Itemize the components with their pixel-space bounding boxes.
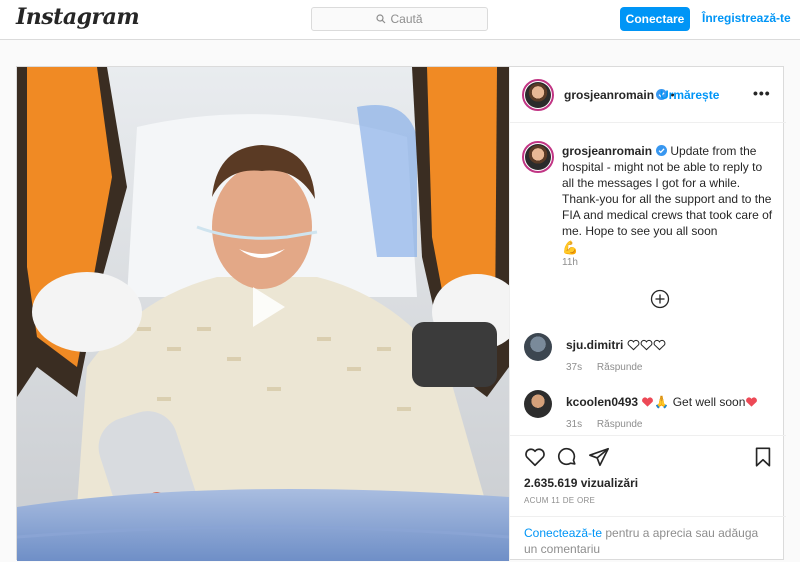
- post-caption: grosjeanromain Update from the hospital …: [562, 143, 776, 257]
- caption-text: Update from the hospital - might not be …: [562, 144, 773, 238]
- share-paper-plane-icon[interactable]: [588, 446, 610, 468]
- instagram-logo[interactable]: Instagram: [16, 4, 140, 30]
- author-avatar[interactable]: [522, 79, 554, 111]
- post-sidebar: grosjeanromain • Urmărește ••• grosjeanr…: [509, 67, 786, 561]
- post-video[interactable]: [17, 67, 509, 561]
- search-placeholder: Caută: [390, 12, 423, 26]
- comment-meta: 31s Răspunde: [566, 419, 655, 430]
- like-heart-icon[interactable]: [524, 446, 546, 468]
- comment-item: kcoolen0493 🙏 Get well soon 31s Răspunde: [524, 390, 784, 434]
- post-card: grosjeanromain • Urmărește ••• grosjeanr…: [16, 66, 786, 561]
- red-heart-icon: [746, 397, 758, 407]
- author-username[interactable]: grosjeanromain: [564, 88, 654, 102]
- comment-body: kcoolen0493 🙏 Get well soon: [566, 395, 758, 409]
- caption-timestamp[interactable]: 11h: [562, 257, 578, 268]
- commenter-avatar[interactable]: [524, 390, 552, 418]
- flexed-biceps-emoji: 💪: [562, 240, 579, 255]
- bookmark-icon[interactable]: [752, 446, 774, 468]
- verified-badge-icon: [656, 145, 668, 156]
- login-button[interactable]: Conectare: [620, 7, 690, 31]
- comment-time[interactable]: 31s: [566, 419, 582, 430]
- reply-button[interactable]: Răspunde: [597, 362, 643, 373]
- white-heart-icon: [627, 339, 640, 351]
- follow-button[interactable]: Urmărește: [660, 88, 719, 102]
- folded-hands-emoji: 🙏: [654, 395, 670, 409]
- load-more-comments-icon[interactable]: [650, 289, 670, 309]
- search-input[interactable]: Caută: [311, 7, 488, 31]
- view-count[interactable]: 2.635.619 vizualizări: [524, 476, 638, 490]
- post-header: grosjeanromain • Urmărește •••: [510, 67, 786, 123]
- play-icon[interactable]: [239, 281, 291, 333]
- comment-text: Get well soon: [672, 395, 746, 409]
- top-navigation-bar: Instagram Caută Conectare Înregistrează-…: [0, 0, 800, 40]
- reply-button[interactable]: Răspunde: [597, 419, 643, 430]
- more-options-icon[interactable]: •••: [753, 85, 771, 101]
- white-heart-icon: [640, 339, 653, 351]
- caption-author-avatar[interactable]: [522, 141, 554, 173]
- search-icon: [376, 14, 386, 24]
- author-name-row: grosjeanromain •: [564, 88, 675, 102]
- comment-body: sju.dimitri: [566, 338, 666, 352]
- comment-item: sju.dimitri 37s Răspunde: [524, 333, 784, 377]
- commenter-username[interactable]: kcoolen0493: [566, 395, 638, 409]
- comment-meta: 37s Răspunde: [566, 362, 655, 373]
- post-timestamp[interactable]: ACUM 11 DE ORE: [524, 496, 595, 505]
- login-prompt: Conectează-te pentru a aprecia sau adăug…: [510, 516, 786, 562]
- white-heart-icon: [653, 339, 666, 351]
- comment-bubble-icon[interactable]: [556, 446, 578, 468]
- login-link[interactable]: Conectează-te: [524, 526, 602, 540]
- signup-link[interactable]: Înregistrează-te: [702, 11, 791, 25]
- red-heart-icon: [642, 397, 654, 407]
- post-actions: 2.635.619 vizualizări ACUM 11 DE ORE Con…: [510, 435, 786, 561]
- comment-time[interactable]: 37s: [566, 362, 582, 373]
- commenter-username[interactable]: sju.dimitri: [566, 338, 623, 352]
- commenter-avatar[interactable]: [524, 333, 552, 361]
- caption-username[interactable]: grosjeanromain: [562, 144, 652, 158]
